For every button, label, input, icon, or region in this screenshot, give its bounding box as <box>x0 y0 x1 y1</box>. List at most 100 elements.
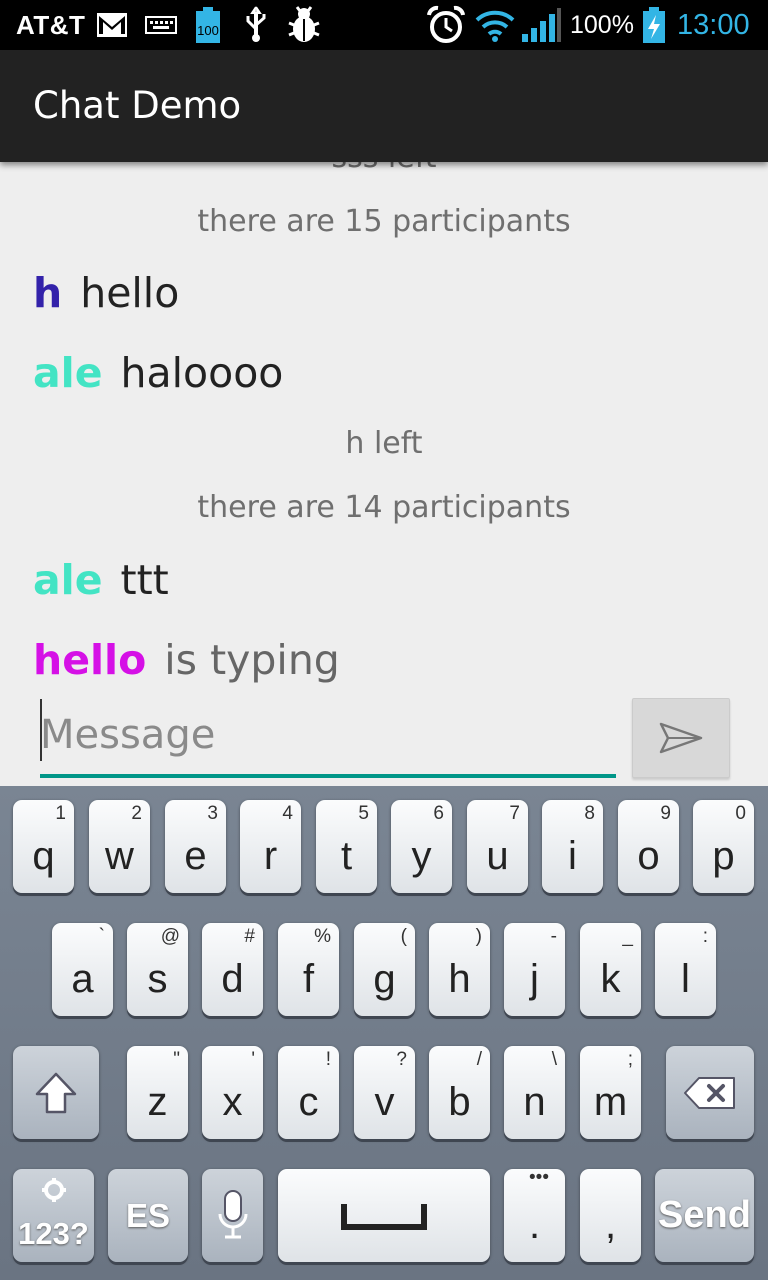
comma-key[interactable]: , <box>580 1169 641 1262</box>
key-label: n <box>523 1080 546 1124</box>
key-w[interactable]: 2w <box>89 800 150 893</box>
key-label: r <box>263 834 278 878</box>
message-text: haloooo <box>120 349 284 397</box>
key-y[interactable]: 6y <box>391 800 452 893</box>
message-username: h <box>33 269 63 317</box>
chat-message: ale haloooo <box>33 349 283 397</box>
key-label: h <box>448 957 471 1001</box>
key-label: l <box>681 957 690 1001</box>
key-x[interactable]: ' x <box>202 1046 263 1139</box>
action-bar: Chat Demo <box>0 50 768 162</box>
carrier-name: AT&T <box>16 9 86 40</box>
key-sub-label: ) <box>475 926 482 947</box>
clock: 13:00 <box>677 8 750 41</box>
status-bar: AT&T 100 100% 13:00 <box>0 0 768 50</box>
key-label: q <box>32 834 55 878</box>
keyboard-icon <box>145 0 177 50</box>
text-cursor <box>40 699 42 761</box>
key-sub-label: ' <box>251 1049 255 1070</box>
battery-charging-icon <box>642 0 666 50</box>
shift-key[interactable] <box>13 1046 99 1139</box>
key-label: z <box>147 1080 168 1124</box>
key-sub-label: ? <box>396 1049 407 1070</box>
key-label: x <box>222 1080 243 1124</box>
key-sub-label: 2 <box>131 803 142 824</box>
chat-message: h hello <box>33 269 179 317</box>
key-label: u <box>486 834 509 878</box>
key-i[interactable]: 8i <box>542 800 603 893</box>
backspace-key[interactable] <box>666 1046 754 1139</box>
send-key[interactable]: Send <box>655 1169 754 1262</box>
key-sub-label: ` <box>98 926 105 947</box>
message-text: ttt <box>120 556 169 604</box>
key-b[interactable]: / b <box>429 1046 490 1139</box>
battery-100-icon: 100 <box>193 0 223 50</box>
key-v[interactable]: ? v <box>354 1046 415 1139</box>
key-sub-label: : <box>702 926 708 947</box>
language-key[interactable]: ES <box>108 1169 188 1262</box>
key-sub-label: % <box>314 926 331 947</box>
key-sub-label: 0 <box>735 803 746 824</box>
key-j[interactable]: -j <box>504 923 565 1016</box>
key-d[interactable]: # d <box>202 923 263 1016</box>
key-g[interactable]: (g <box>354 923 415 1016</box>
key-r[interactable]: 4r <box>240 800 301 893</box>
symbols-key[interactable]: 123? <box>13 1169 94 1262</box>
language-label: ES <box>125 1196 171 1234</box>
typing-text: is typing <box>164 636 340 684</box>
key-o[interactable]: 9o <box>618 800 679 893</box>
key-k[interactable]: _ k <box>580 923 641 1016</box>
message-username: ale <box>33 349 103 397</box>
key-label: b <box>448 1080 471 1124</box>
key-label: , <box>604 1203 617 1247</box>
key-label: p <box>712 834 735 878</box>
space-key[interactable] <box>278 1169 490 1262</box>
send-button[interactable] <box>632 698 730 778</box>
key-c[interactable]: ! c <box>278 1046 339 1139</box>
key-u[interactable]: 7u <box>467 800 528 893</box>
key-l[interactable]: :l <box>655 923 716 1016</box>
key-label: j <box>530 957 539 1001</box>
key-label: s <box>147 957 168 1001</box>
key-label: a <box>71 957 94 1001</box>
shift-icon <box>13 1046 99 1139</box>
key-label: o <box>637 834 660 878</box>
key-label: m <box>593 1080 628 1124</box>
key-label: f <box>302 957 315 1001</box>
system-message: h left <box>345 426 423 461</box>
message-username: ale <box>33 556 103 604</box>
key-s[interactable]: @ s <box>127 923 188 1016</box>
key-label: c <box>298 1080 319 1124</box>
key-label: w <box>105 834 134 878</box>
key-p[interactable]: 0p <box>693 800 754 893</box>
key-label: t <box>340 834 353 878</box>
key-z[interactable]: " z <box>127 1046 188 1139</box>
period-key[interactable]: ••• . <box>504 1167 565 1262</box>
key-sub-label: 1 <box>55 803 66 824</box>
key-sub-label: \ <box>551 1049 557 1070</box>
key-q[interactable]: 1q <box>13 800 74 893</box>
battery-level-text: 100 <box>197 23 219 38</box>
microphone-key[interactable] <box>202 1169 263 1262</box>
key-m[interactable]: ; m <box>580 1046 641 1139</box>
key-sub-label: / <box>476 1049 482 1070</box>
system-message: sss left <box>0 162 768 175</box>
key-label: i <box>568 834 577 878</box>
key-sub-label: ! <box>325 1049 331 1070</box>
symbols-label: 123? <box>18 1216 89 1251</box>
usb-icon <box>243 0 269 50</box>
chat-list[interactable]: sss left there are 15 participants hhell… <box>0 162 768 690</box>
key-f[interactable]: % f <box>278 923 339 1016</box>
key-h[interactable]: ) h <box>429 923 490 1016</box>
key-e[interactable]: 3e <box>165 800 226 893</box>
message-input[interactable] <box>40 696 616 778</box>
key-sub-label: # <box>244 926 255 947</box>
settings-icon <box>13 1177 94 1208</box>
key-t[interactable]: 5t <box>316 800 377 893</box>
key-sub-label: ( <box>400 926 407 947</box>
signal-icon <box>520 0 562 50</box>
key-n[interactable]: \ n <box>504 1046 565 1139</box>
key-sub-label: 7 <box>509 803 520 824</box>
key-a[interactable]: ` a <box>52 923 113 1016</box>
key-label: k <box>600 957 621 1001</box>
